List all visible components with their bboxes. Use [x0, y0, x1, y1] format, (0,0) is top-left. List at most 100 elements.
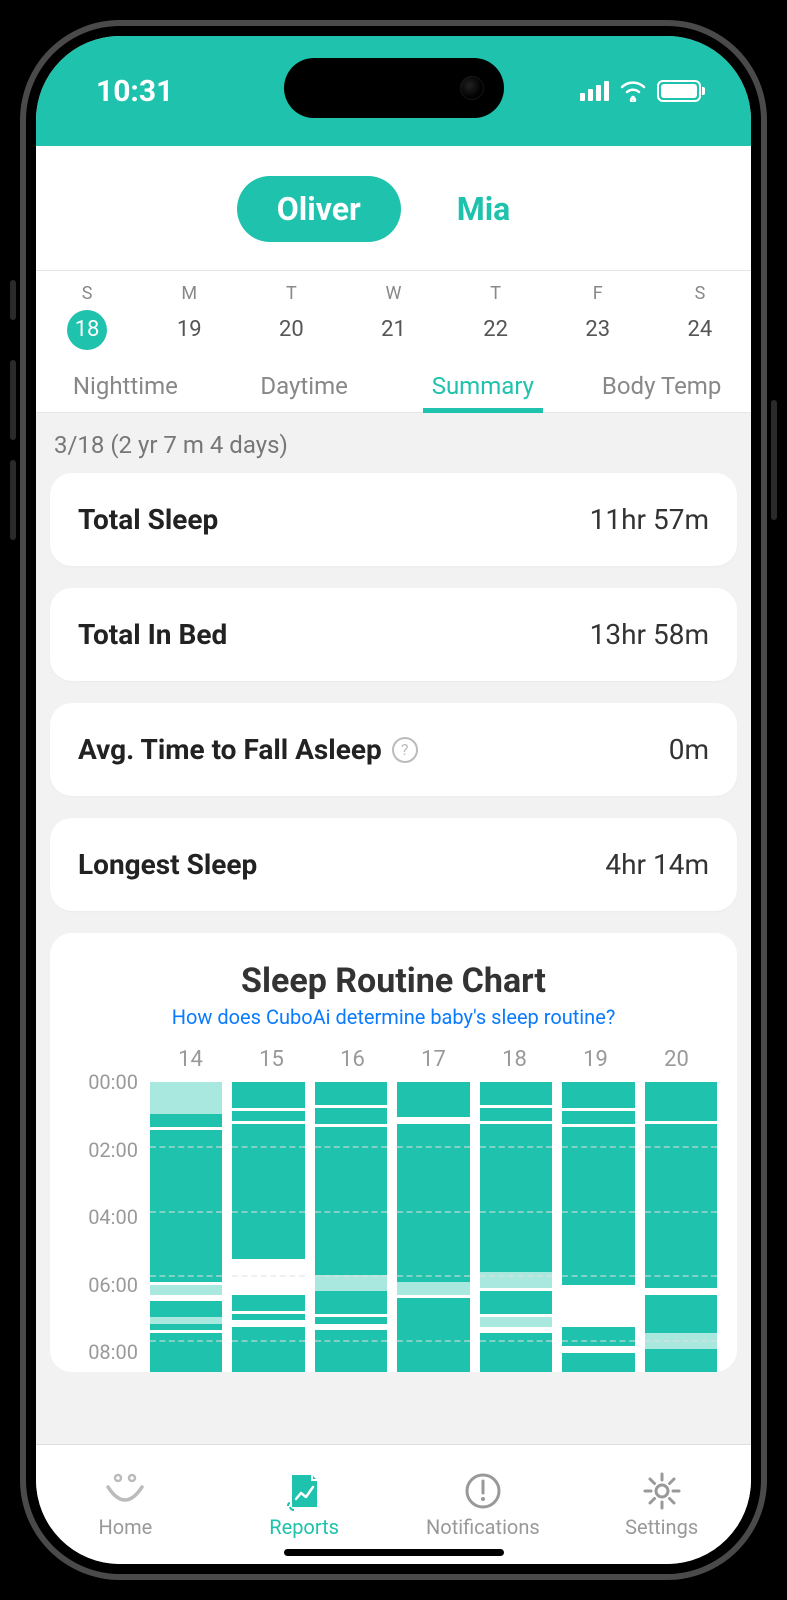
sleep-block [150, 1285, 222, 1295]
gear-icon [642, 1471, 682, 1511]
sleep-block [315, 1291, 387, 1314]
sleep-block [562, 1127, 634, 1285]
chart-col-15 [232, 1082, 304, 1372]
chart-col-14 [150, 1082, 222, 1372]
status-time: 10:31 [96, 74, 173, 109]
chart-col-20 [645, 1082, 717, 1372]
stat-label: Longest Sleep [78, 848, 257, 881]
chart-y-label: 02:00 [70, 1140, 150, 1160]
sleep-block [315, 1082, 387, 1105]
stat-value: 4hr 14m [605, 848, 709, 881]
nav-reports[interactable]: Reports [215, 1445, 394, 1564]
tab-summary[interactable]: Summary [394, 358, 573, 412]
day-letter: S [649, 283, 751, 304]
week-calendar: S18M19T20W21T22F23S24 [36, 271, 751, 358]
sleep-block [315, 1317, 387, 1323]
chart-title: Sleep Routine Chart [70, 961, 717, 1001]
chart-y-label: 00:00 [70, 1072, 150, 1092]
camera-icon [460, 76, 484, 100]
day-22[interactable]: T22 [445, 283, 547, 350]
day-18[interactable]: S 18 [36, 283, 138, 350]
sleep-block [645, 1349, 717, 1372]
day-number: 22 [476, 310, 516, 350]
content-area: 3/18 (2 yr 7 m 4 days) Total Sleep 11hr … [36, 413, 751, 1444]
day-number: 24 [680, 310, 720, 350]
chart-x-label: 17 [393, 1047, 474, 1072]
sleep-block [150, 1301, 222, 1317]
sleep-block [315, 1330, 387, 1372]
sleep-block [232, 1124, 304, 1259]
home-indicator[interactable] [284, 1549, 504, 1556]
tab-nighttime[interactable]: Nighttime [36, 358, 215, 412]
day-19[interactable]: M19 [138, 283, 240, 350]
chart-col-19 [562, 1082, 634, 1372]
sleep-routine-chart: 14151617181920 00:0002:0004:0006:0008:00 [70, 1047, 717, 1372]
sleep-block [562, 1327, 634, 1346]
sleep-block [480, 1291, 552, 1314]
reports-icon [284, 1471, 324, 1511]
sleep-block [397, 1082, 469, 1117]
sleep-block [480, 1082, 552, 1105]
nav-notifications[interactable]: Notifications [394, 1445, 573, 1564]
stat-label: Avg. Time to Fall Asleep ? [78, 733, 418, 766]
sleep-block [150, 1114, 222, 1127]
day-23[interactable]: F23 [547, 283, 649, 350]
chart-x-label: 18 [474, 1047, 555, 1072]
chart-subtitle-link[interactable]: How does CuboAi determine baby's sleep r… [70, 1005, 717, 1029]
sleep-block [315, 1108, 387, 1124]
chart-x-label: 15 [231, 1047, 312, 1072]
sleep-block [645, 1295, 717, 1334]
day-24[interactable]: S 24 [649, 283, 751, 350]
sleep-block [480, 1317, 552, 1327]
report-tabs: NighttimeDaytimeSummaryBody Temp [36, 358, 751, 413]
tab-daytime[interactable]: Daytime [215, 358, 394, 412]
day-21[interactable]: W21 [342, 283, 444, 350]
stat-avg-fall-asleep[interactable]: Avg. Time to Fall Asleep ? 0m [50, 703, 737, 796]
sleep-block [315, 1275, 387, 1291]
chart-y-label: 04:00 [70, 1207, 150, 1227]
sleep-block [397, 1282, 469, 1295]
tab-body-temp[interactable]: Body Temp [572, 358, 751, 412]
home-icon [102, 1471, 148, 1511]
nav-settings[interactable]: Settings [572, 1445, 751, 1564]
sleep-block [232, 1111, 304, 1121]
sleep-block [315, 1127, 387, 1275]
stat-total-sleep[interactable]: Total Sleep 11hr 57m [50, 473, 737, 566]
day-number: 20 [271, 310, 311, 350]
chart-col-17 [397, 1082, 469, 1372]
stat-label-text: Avg. Time to Fall Asleep [78, 733, 382, 766]
nav-home[interactable]: Home [36, 1445, 215, 1564]
chart-y-label: 08:00 [70, 1342, 150, 1362]
sleep-block [645, 1124, 717, 1288]
chart-x-label: 19 [555, 1047, 636, 1072]
stat-total-in-bed[interactable]: Total In Bed 13hr 58m [50, 588, 737, 681]
help-icon[interactable]: ? [392, 737, 418, 763]
sleep-block [645, 1082, 717, 1121]
stat-value: 13hr 58m [590, 618, 709, 651]
profile-pill-oliver[interactable]: Oliver [237, 176, 401, 242]
dynamic-island [284, 58, 504, 118]
bottom-nav: Home Reports [36, 1444, 751, 1564]
cellular-signal-icon [580, 81, 609, 101]
day-number: 18 [67, 310, 107, 350]
status-bar: 10:31 [36, 36, 751, 146]
sleep-block [562, 1353, 634, 1372]
sleep-block [397, 1298, 469, 1372]
battery-icon [657, 80, 701, 102]
chart-x-label: 16 [312, 1047, 393, 1072]
stat-longest-sleep[interactable]: Longest Sleep 4hr 14m [50, 818, 737, 911]
day-20[interactable]: T20 [240, 283, 342, 350]
sleep-block [150, 1324, 222, 1330]
sleep-block [232, 1327, 304, 1372]
sleep-block [150, 1130, 222, 1281]
stat-label: Total In Bed [78, 618, 227, 651]
sleep-block [232, 1295, 304, 1311]
nav-label: Settings [625, 1515, 698, 1539]
day-letter: S [36, 283, 138, 304]
profile-pill-mia[interactable]: Mia [417, 176, 551, 242]
sleep-block [150, 1082, 222, 1114]
day-number: 21 [373, 310, 413, 350]
stat-label: Total Sleep [78, 503, 218, 536]
alert-icon [463, 1471, 503, 1511]
stat-value: 0m [669, 733, 709, 766]
